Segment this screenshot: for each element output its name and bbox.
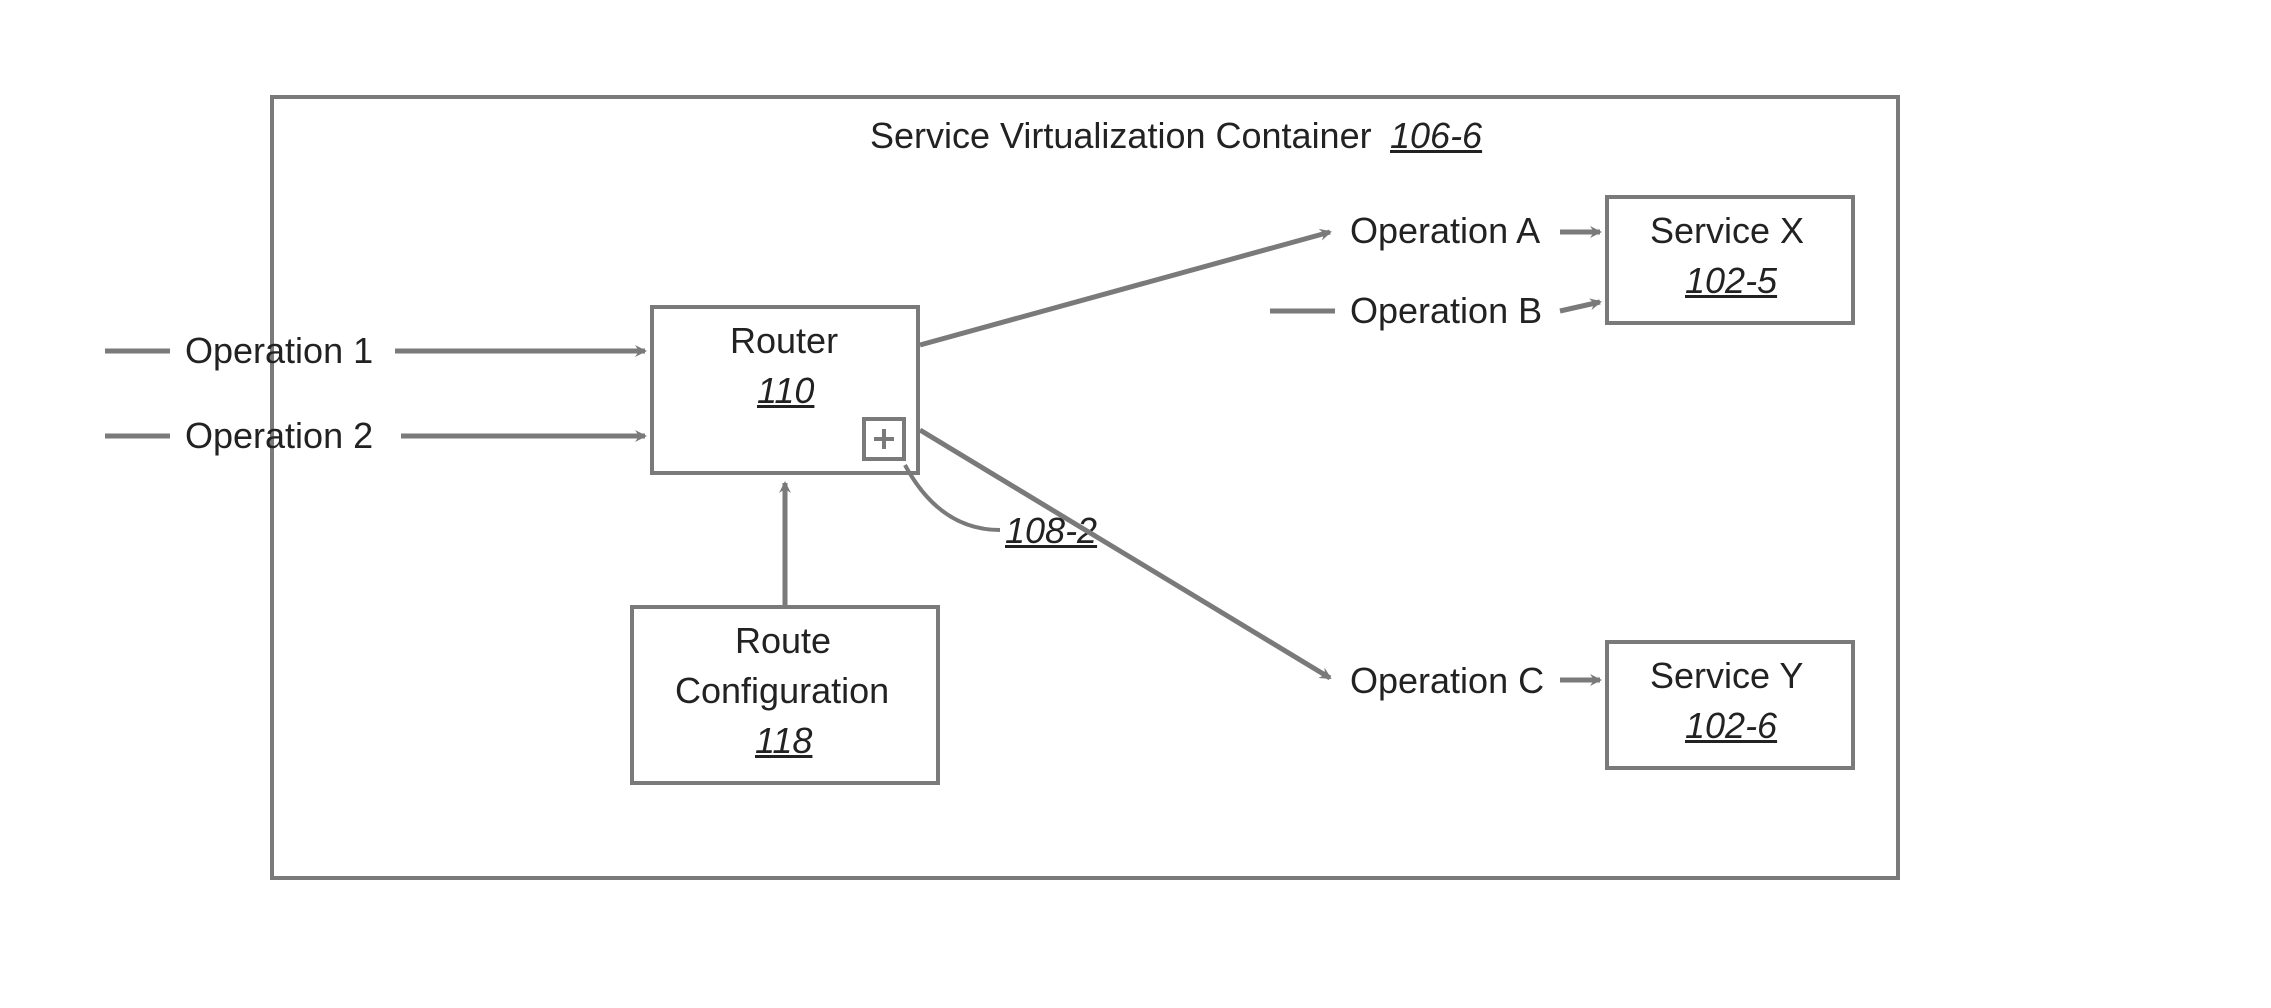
- route-config-line1: Route: [735, 620, 831, 662]
- service-x-title: Service X: [1650, 210, 1804, 252]
- router-plus-ref: 108-2: [1005, 510, 1097, 552]
- operation2-label: Operation 2: [185, 415, 373, 457]
- router-ref: 110: [757, 370, 814, 412]
- router-plus-icon[interactable]: [862, 417, 906, 461]
- operation-c-label: Operation C: [1350, 660, 1544, 702]
- router-title: Router: [730, 320, 838, 362]
- operation-a-label: Operation A: [1350, 210, 1540, 252]
- service-y-title: Service Y: [1650, 655, 1803, 697]
- operation-b-label: Operation B: [1350, 290, 1542, 332]
- service-x-ref: 102-5: [1685, 260, 1777, 302]
- service-y-ref: 102-6: [1685, 705, 1777, 747]
- container-title: Service Virtualization Container: [870, 115, 1372, 157]
- operation1-label: Operation 1: [185, 330, 373, 372]
- route-config-line2: Configuration: [675, 670, 889, 712]
- route-config-ref: 118: [755, 720, 812, 762]
- container-ref: 106-6: [1390, 115, 1482, 157]
